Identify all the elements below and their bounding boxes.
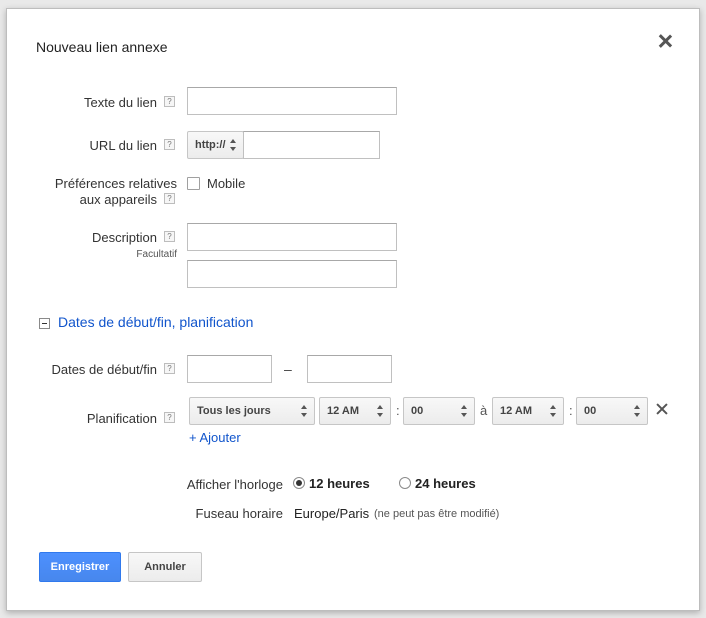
from-hour-select[interactable]: 12 AM	[319, 397, 391, 425]
protocol-value: http://	[195, 139, 226, 151]
add-schedule-link[interactable]: + Ajouter	[189, 430, 241, 445]
link-text-input[interactable]	[187, 87, 397, 115]
schedule-section-title[interactable]: Dates de début/fin, planification	[58, 314, 253, 330]
help-icon[interactable]: ?	[164, 412, 175, 423]
mobile-checkbox[interactable]	[187, 177, 200, 190]
optional-label: Facultatif	[136, 249, 177, 260]
day-value: Tous les jours	[197, 405, 271, 417]
help-icon[interactable]: ?	[164, 139, 175, 150]
clock-12h-radio[interactable]	[293, 477, 305, 489]
from-hour-value: 12 AM	[327, 405, 359, 417]
from-minute-select[interactable]: 00	[403, 397, 475, 425]
select-arrows-icon	[634, 405, 641, 417]
clock-24h-radio[interactable]	[399, 477, 411, 489]
link-url-input[interactable]	[243, 131, 380, 159]
select-arrows-icon	[301, 405, 308, 417]
day-select[interactable]: Tous les jours	[189, 397, 315, 425]
new-sitelink-dialog: Nouveau lien annexe Texte du lien ? URL …	[6, 8, 700, 611]
link-url-label: URL du lien	[89, 138, 157, 153]
to-hour-value: 12 AM	[500, 405, 532, 417]
help-icon[interactable]: ?	[164, 231, 175, 242]
help-icon[interactable]: ?	[164, 193, 175, 204]
description-line2-input[interactable]	[187, 260, 397, 288]
from-minute-value: 00	[411, 405, 424, 417]
link-text-label: Texte du lien	[84, 95, 157, 110]
collapse-icon[interactable]	[39, 318, 50, 329]
select-arrows-icon	[377, 405, 384, 417]
to-minute-select[interactable]: 00	[576, 397, 648, 425]
time-colon: :	[569, 403, 573, 418]
time-colon: :	[396, 403, 400, 418]
to-hour-select[interactable]: 12 AM	[492, 397, 564, 425]
cancel-button[interactable]: Annuler	[128, 552, 202, 582]
description-line1-input[interactable]	[187, 223, 397, 251]
planning-label: Planification	[86, 411, 157, 426]
clock-label: Afficher l'horloge	[186, 477, 283, 492]
to-minute-value: 00	[584, 405, 597, 417]
timezone-value: Europe/Paris	[294, 506, 370, 521]
dates-label: Dates de début/fin	[51, 362, 157, 377]
mobile-checkbox-label: Mobile	[207, 176, 246, 191]
select-arrows-icon	[550, 405, 557, 417]
clock-12h-label: 12 heures	[309, 476, 370, 491]
protocol-select[interactable]: http://	[187, 131, 244, 159]
timezone-label: Fuseau horaire	[195, 506, 283, 521]
end-date-input[interactable]	[307, 355, 392, 383]
close-icon[interactable]	[658, 34, 672, 48]
select-arrows-icon	[461, 405, 468, 417]
clock-24h-label: 24 heures	[415, 476, 476, 491]
description-label: Description	[91, 230, 157, 245]
date-separator: –	[284, 361, 292, 377]
save-button[interactable]: Enregistrer	[39, 552, 121, 582]
help-icon[interactable]: ?	[164, 96, 175, 107]
dialog-title: Nouveau lien annexe	[36, 39, 168, 55]
start-date-input[interactable]	[187, 355, 272, 383]
timezone-note: (ne peut pas être modifié)	[374, 508, 500, 520]
remove-schedule-icon[interactable]	[656, 403, 668, 415]
help-icon[interactable]: ?	[164, 363, 175, 374]
device-prefs-label-line2: aux appareils	[79, 192, 157, 207]
device-prefs-label-line1: Préférences relatives	[54, 176, 177, 191]
select-arrows-icon	[230, 139, 237, 151]
to-word: à	[480, 403, 488, 418]
